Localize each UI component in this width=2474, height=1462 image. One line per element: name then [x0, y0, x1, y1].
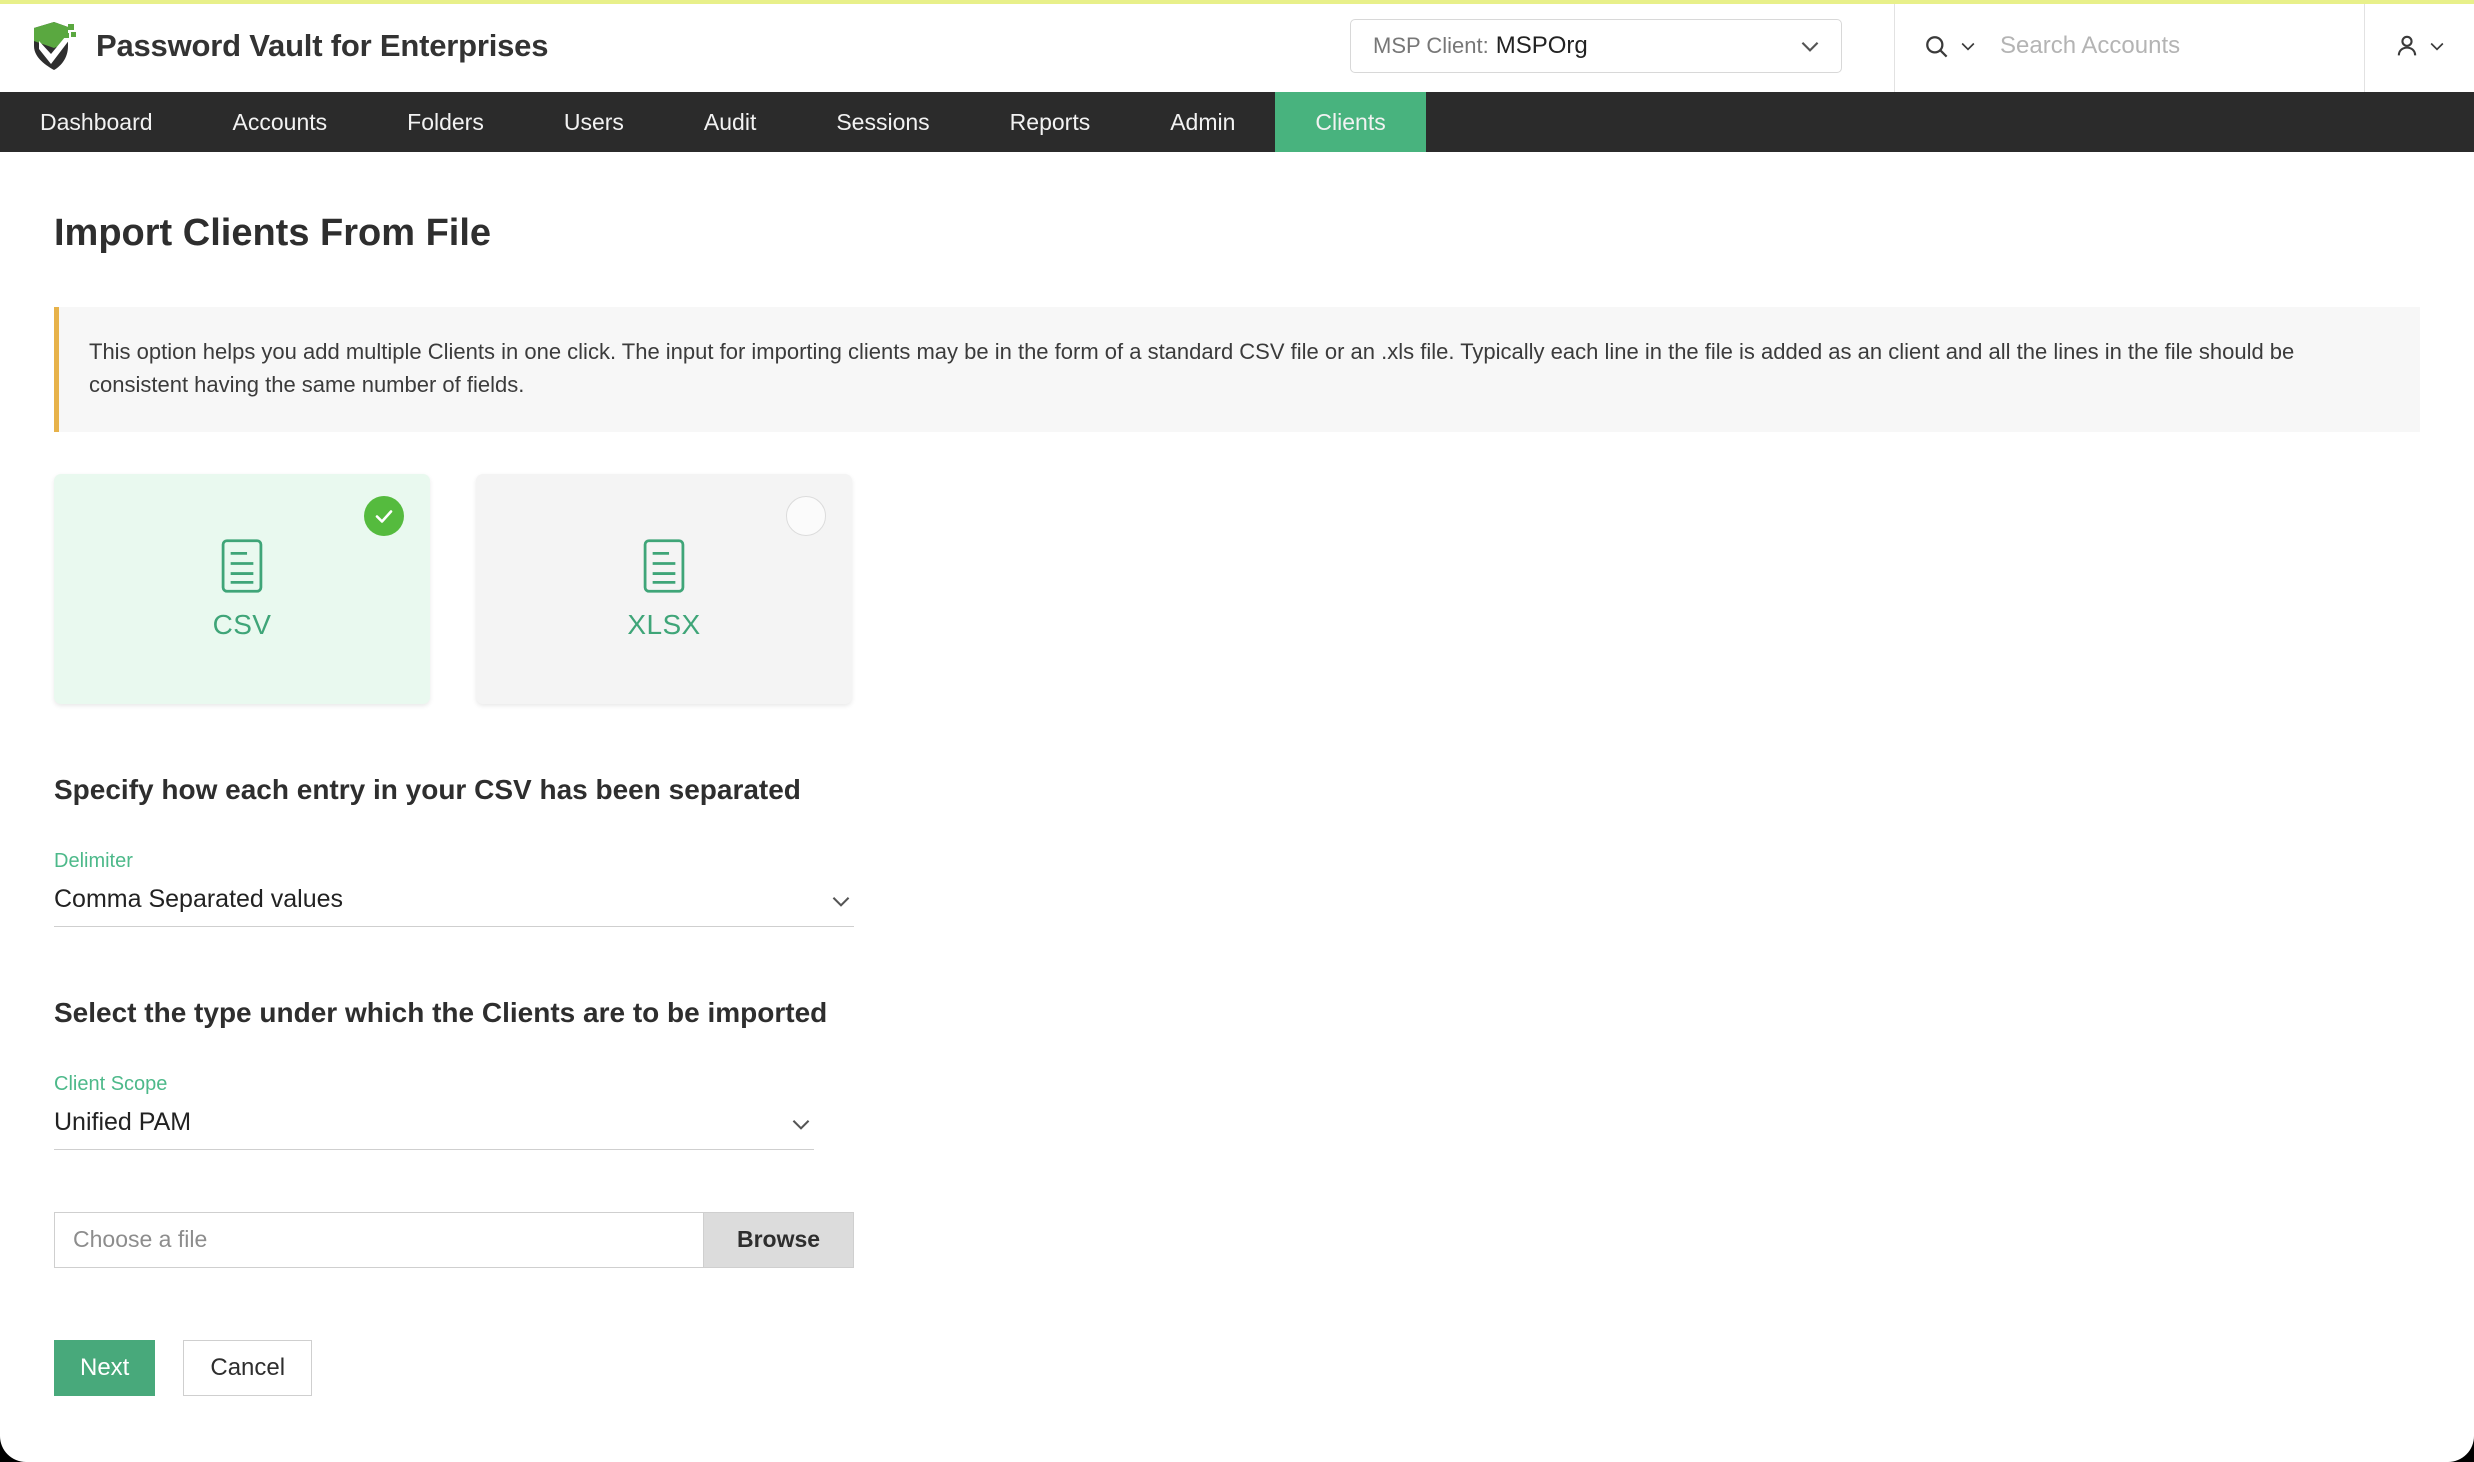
app-header: Password Vault for Enterprises MSP Clien…	[0, 0, 2474, 92]
client-scope-field-label: Client Scope	[54, 1072, 168, 1095]
document-lines-icon	[221, 539, 263, 593]
file-type-label-xlsx: XLSX	[627, 608, 701, 640]
main-content: Import Clients From File This option hel…	[0, 212, 2474, 1456]
file-type-label-csv: CSV	[212, 608, 272, 640]
chevron-down-icon	[832, 896, 850, 907]
browser-viewport: Password Vault for Enterprises MSP Clien…	[0, 0, 2474, 1462]
file-path-input[interactable]	[55, 1212, 703, 1267]
client-scope-field-group: Client Scope Unified PAM	[54, 1073, 2420, 1150]
search-area	[1894, 0, 2364, 92]
nav-item-audit[interactable]: Audit	[664, 92, 796, 152]
browse-button[interactable]: Browse	[703, 1212, 853, 1267]
scope-section-heading: Select the type under which the Clients …	[54, 996, 828, 1028]
shield-check-icon	[34, 22, 76, 70]
delimiter-field-group: Delimiter Comma Separated values	[54, 850, 2420, 927]
nav-item-folders[interactable]: Folders	[367, 92, 524, 152]
nav-item-clients[interactable]: Clients	[1275, 92, 1426, 152]
main-navigation: Dashboard Accounts Folders Users Audit S…	[0, 92, 2474, 152]
nav-item-users[interactable]: Users	[524, 92, 664, 152]
radio-unselected-icon	[786, 495, 826, 536]
document-lines-icon	[643, 539, 685, 593]
file-type-card-xlsx[interactable]: XLSX	[476, 473, 852, 704]
msp-client-label: MSP Client:	[1373, 33, 1489, 58]
nav-item-reports[interactable]: Reports	[970, 92, 1131, 152]
brand: Password Vault for Enterprises	[30, 20, 548, 72]
app-title: Password Vault for Enterprises	[96, 28, 549, 63]
check-icon	[364, 495, 404, 536]
file-type-selector: CSV XLSX	[54, 473, 2420, 704]
page-title: Import Clients From File	[54, 212, 492, 254]
delimiter-field-label: Delimiter	[54, 849, 133, 872]
client-scope-selected-value: Unified PAM	[54, 1107, 192, 1136]
form-actions: Next Cancel	[54, 1339, 2420, 1456]
search-icon[interactable]	[1923, 33, 1950, 60]
delimiter-section-heading: Specify how each entry in your CSV has b…	[54, 773, 801, 805]
next-button[interactable]: Next	[54, 1339, 156, 1396]
user-icon	[2397, 35, 2416, 56]
file-type-card-csv[interactable]: CSV	[54, 473, 430, 704]
nav-item-dashboard[interactable]: Dashboard	[0, 92, 193, 152]
user-menu[interactable]	[2364, 0, 2474, 92]
search-input[interactable]	[2000, 32, 2330, 60]
nav-item-sessions[interactable]: Sessions	[796, 92, 969, 152]
msp-client-selector[interactable]: MSP Client: MSPOrg	[1350, 19, 1842, 73]
info-banner: This option helps you add multiple Clien…	[54, 307, 2420, 432]
chevron-down-icon[interactable]	[1958, 36, 1978, 56]
msp-client-value: MSPOrg	[1495, 32, 1588, 59]
client-scope-select[interactable]: Unified PAM	[54, 1108, 814, 1150]
chevron-down-icon	[1801, 41, 1819, 52]
file-picker: Browse	[54, 1211, 854, 1268]
nav-item-admin[interactable]: Admin	[1130, 92, 1275, 152]
chevron-down-icon	[2430, 42, 2443, 51]
nav-item-accounts[interactable]: Accounts	[193, 92, 368, 152]
top-accent-line	[0, 0, 2474, 4]
delimiter-select[interactable]: Comma Separated values	[54, 885, 854, 927]
chevron-down-icon	[792, 1119, 810, 1130]
delimiter-selected-value: Comma Separated values	[54, 884, 344, 913]
cancel-button[interactable]: Cancel	[183, 1339, 313, 1396]
